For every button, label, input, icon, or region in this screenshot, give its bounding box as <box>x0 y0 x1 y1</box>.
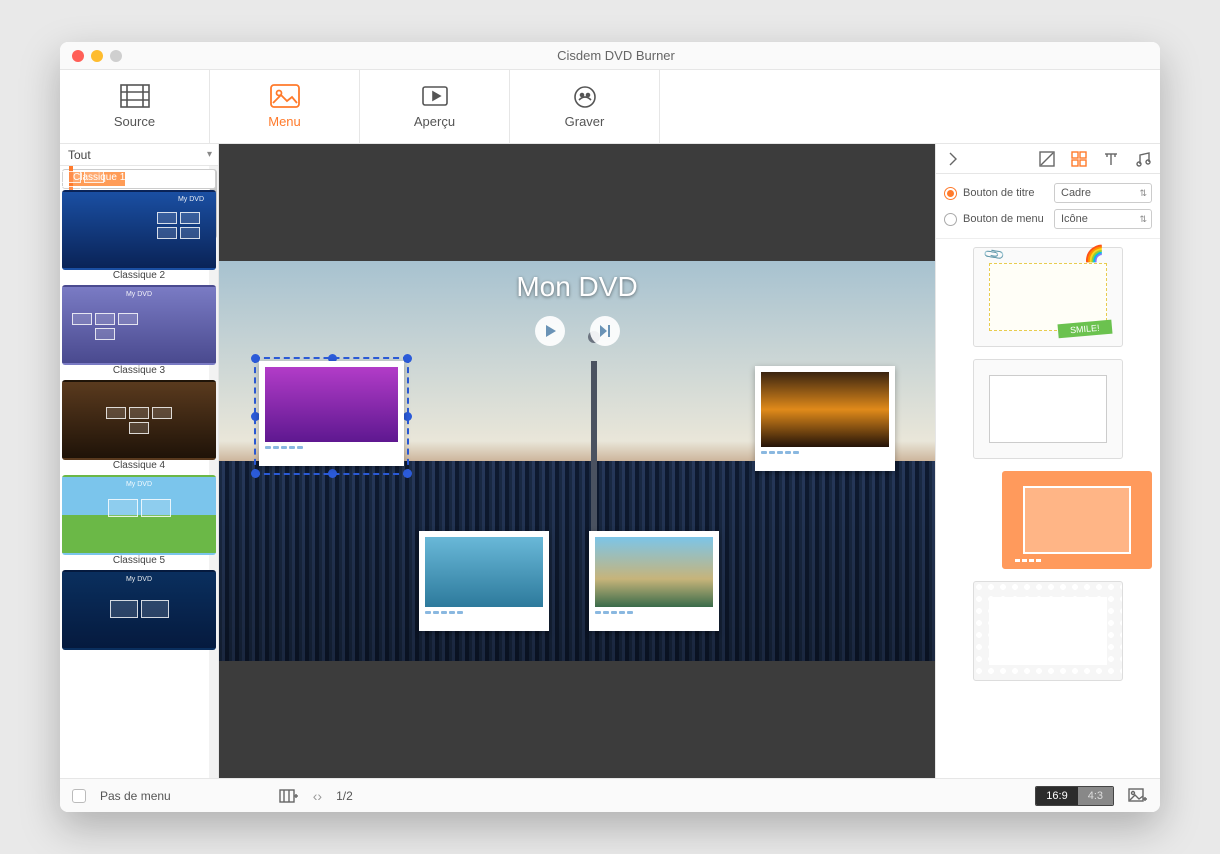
template-item-6[interactable]: My DVD <box>62 570 216 664</box>
filter-label: Tout <box>68 148 91 162</box>
template-label: Classique 3 <box>62 365 216 379</box>
chapter-frame-2[interactable] <box>755 366 895 471</box>
titlebar: Cisdem DVD Burner <box>60 42 1160 70</box>
app-window: Cisdem DVD Burner Source Menu Aperçu Gra… <box>60 42 1160 812</box>
tab-apercu-label: Aperçu <box>414 114 455 129</box>
bottom-toolbar: Pas de menu ‹› 1/2 16:9 4:3 <box>60 778 1160 812</box>
template-label <box>62 650 216 664</box>
tab-source[interactable]: Source <box>60 70 210 143</box>
menu-stage[interactable]: Mon DVD <box>219 261 935 660</box>
tab-graver-label: Graver <box>565 114 605 129</box>
frame-style-selected[interactable] <box>1002 471 1152 569</box>
template-item-5[interactable]: My DVD Classique 5 <box>62 475 216 569</box>
frame-style-smile[interactable]: SMILE! <box>973 247 1123 347</box>
option-label: Bouton de titre <box>963 187 1035 199</box>
chevron-right-icon[interactable] <box>944 150 962 168</box>
resize-handle[interactable] <box>328 469 337 478</box>
menu-layout-icon <box>270 84 300 108</box>
dvd-title[interactable]: Mon DVD <box>219 271 935 303</box>
frame-styles-list[interactable]: SMILE! <box>936 239 1160 778</box>
ratio-4-3[interactable]: 4:3 <box>1078 787 1113 805</box>
caret-down-icon: ▾ <box>207 149 212 160</box>
page-indicator: 1/2 <box>336 789 353 803</box>
play-button[interactable] <box>535 316 565 346</box>
chapter-frame-1[interactable] <box>259 361 404 466</box>
template-filter-dropdown[interactable]: Tout ▾ <box>60 144 218 166</box>
template-label: Classique 2 <box>62 270 216 284</box>
resize-handle[interactable] <box>403 412 412 421</box>
radio-title-button[interactable] <box>944 187 957 200</box>
tab-menu[interactable]: Menu <box>210 70 360 143</box>
nav-arrows[interactable]: ‹› <box>313 788 322 804</box>
template-label: Classique 4 <box>62 460 216 474</box>
frames-icon[interactable] <box>1070 150 1088 168</box>
next-button[interactable] <box>590 316 620 346</box>
main-tabs: Source Menu Aperçu Graver <box>60 70 1160 144</box>
music-icon[interactable] <box>1134 150 1152 168</box>
preview-icon <box>420 84 450 108</box>
chapter-frame-3[interactable] <box>419 531 549 631</box>
tab-source-label: Source <box>114 114 155 129</box>
frame-style-stamp[interactable] <box>973 581 1123 681</box>
add-background-icon[interactable] <box>1128 787 1148 805</box>
title-button-select[interactable]: Cadre ⇅ <box>1054 183 1152 203</box>
tab-graver[interactable]: Graver <box>510 70 660 143</box>
option-label: Bouton de menu <box>963 213 1044 225</box>
film-icon <box>120 84 150 108</box>
properties-panel: Bouton de titre Cadre ⇅ Bouton de menu I… <box>935 144 1160 778</box>
no-menu-label: Pas de menu <box>100 789 171 803</box>
next-page[interactable]: › <box>317 788 322 804</box>
preview-area: Mon DVD <box>219 144 935 778</box>
template-item-4[interactable]: Classique 4 <box>62 380 216 474</box>
template-item-3[interactable]: My DVD Classique 3 <box>62 285 216 379</box>
template-label: Classique 5 <box>62 555 216 569</box>
text-icon[interactable] <box>1102 150 1120 168</box>
chapter-frame-4[interactable] <box>589 531 719 631</box>
menu-button-select[interactable]: Icône ⇅ <box>1054 209 1152 229</box>
template-list[interactable]: My DVD Classique 1 My DVD Classique 2 My… <box>60 166 218 778</box>
aspect-ratio-toggle: 16:9 4:3 <box>1035 786 1114 806</box>
window-title: Cisdem DVD Burner <box>72 48 1160 63</box>
burn-icon <box>570 84 600 108</box>
tab-menu-label: Menu <box>268 114 301 129</box>
add-chapter-icon[interactable] <box>279 787 299 805</box>
no-style-icon[interactable] <box>1038 150 1056 168</box>
frame-style-plain[interactable] <box>973 359 1123 459</box>
tab-apercu[interactable]: Aperçu <box>360 70 510 143</box>
template-item-1[interactable]: My DVD Classique 1 <box>62 169 216 189</box>
no-menu-checkbox[interactable] <box>72 789 86 803</box>
resize-handle[interactable] <box>403 354 412 363</box>
radio-menu-button[interactable] <box>944 213 957 226</box>
ratio-16-9[interactable]: 16:9 <box>1036 787 1077 805</box>
template-item-2[interactable]: My DVD Classique 2 <box>62 190 216 284</box>
template-sidebar: Tout ▾ My DVD Classique 1 My DVD Classiq… <box>60 144 219 778</box>
